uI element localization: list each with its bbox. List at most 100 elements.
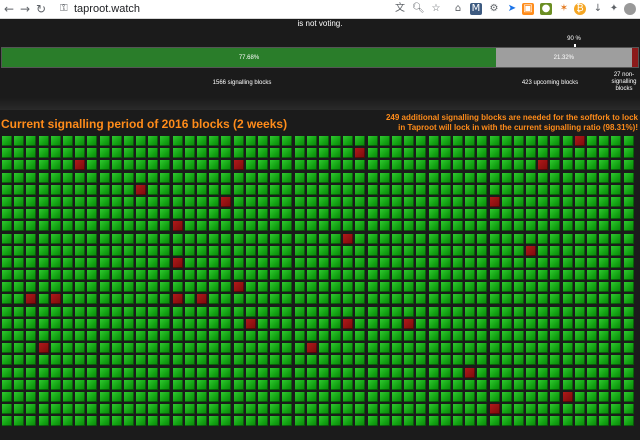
signalling-block[interactable] bbox=[623, 160, 634, 171]
signalling-block[interactable] bbox=[611, 355, 622, 366]
nonsignalling-block[interactable] bbox=[526, 245, 537, 256]
signalling-block[interactable] bbox=[233, 294, 244, 305]
signalling-block[interactable] bbox=[367, 318, 378, 329]
signalling-block[interactable] bbox=[562, 148, 573, 159]
signalling-block[interactable] bbox=[221, 318, 232, 329]
signalling-block[interactable] bbox=[379, 257, 390, 268]
signalling-block[interactable] bbox=[379, 270, 390, 281]
signalling-block[interactable] bbox=[404, 416, 415, 427]
signalling-block[interactable] bbox=[245, 367, 256, 378]
signalling-block[interactable] bbox=[306, 318, 317, 329]
signalling-block[interactable] bbox=[209, 136, 220, 146]
signalling-block[interactable] bbox=[233, 379, 244, 390]
signalling-block[interactable] bbox=[270, 367, 281, 378]
signalling-block[interactable] bbox=[26, 148, 37, 159]
signalling-block[interactable] bbox=[343, 160, 354, 171]
signalling-block[interactable] bbox=[379, 355, 390, 366]
signalling-block[interactable] bbox=[123, 257, 134, 268]
signalling-block[interactable] bbox=[184, 184, 195, 195]
signalling-block[interactable] bbox=[75, 404, 86, 415]
signalling-block[interactable] bbox=[62, 306, 73, 317]
signalling-block[interactable] bbox=[343, 294, 354, 305]
signalling-block[interactable] bbox=[318, 343, 329, 354]
signalling-block[interactable] bbox=[26, 270, 37, 281]
signalling-block[interactable] bbox=[331, 355, 342, 366]
signalling-block[interactable] bbox=[270, 331, 281, 341]
signalling-block[interactable] bbox=[404, 233, 415, 244]
signalling-block[interactable] bbox=[318, 270, 329, 281]
signalling-block[interactable] bbox=[574, 270, 585, 281]
signalling-block[interactable] bbox=[538, 270, 549, 281]
signalling-block[interactable] bbox=[587, 160, 597, 171]
signalling-block[interactable] bbox=[233, 367, 244, 378]
signalling-block[interactable] bbox=[440, 331, 451, 341]
signalling-block[interactable] bbox=[123, 233, 134, 244]
signalling-block[interactable] bbox=[50, 209, 61, 220]
zoom-icon[interactable]: 🔍︎ bbox=[412, 3, 425, 15]
signalling-block[interactable] bbox=[26, 221, 37, 232]
signalling-block[interactable] bbox=[416, 160, 427, 171]
signalling-block[interactable] bbox=[50, 196, 61, 207]
signalling-block[interactable] bbox=[416, 391, 427, 402]
signalling-block[interactable] bbox=[562, 367, 573, 378]
signalling-block[interactable] bbox=[282, 367, 293, 378]
signalling-block[interactable] bbox=[172, 245, 183, 256]
signalling-block[interactable] bbox=[38, 416, 49, 427]
signalling-block[interactable] bbox=[87, 257, 98, 268]
signalling-block[interactable] bbox=[197, 209, 207, 220]
nonsignalling-block[interactable] bbox=[75, 160, 86, 171]
signalling-block[interactable] bbox=[184, 282, 195, 293]
signalling-block[interactable] bbox=[294, 379, 305, 390]
signalling-block[interactable] bbox=[111, 282, 122, 293]
signalling-block[interactable] bbox=[574, 379, 585, 390]
signalling-block[interactable] bbox=[294, 160, 305, 171]
signalling-block[interactable] bbox=[343, 282, 354, 293]
nonsignalling-block[interactable] bbox=[172, 294, 183, 305]
lock-icon[interactable]: ⚿ bbox=[60, 3, 72, 15]
signalling-block[interactable] bbox=[2, 221, 12, 232]
signalling-block[interactable] bbox=[440, 172, 451, 183]
ext-icon[interactable]: ₿ bbox=[574, 3, 586, 15]
signalling-block[interactable] bbox=[477, 416, 488, 427]
signalling-block[interactable] bbox=[587, 391, 597, 402]
signalling-block[interactable] bbox=[136, 294, 147, 305]
signalling-block[interactable] bbox=[501, 184, 512, 195]
signalling-block[interactable] bbox=[2, 306, 12, 317]
signalling-block[interactable] bbox=[26, 136, 37, 146]
signalling-block[interactable] bbox=[87, 270, 98, 281]
signalling-block[interactable] bbox=[172, 416, 183, 427]
signalling-block[interactable] bbox=[209, 416, 220, 427]
signalling-block[interactable] bbox=[318, 318, 329, 329]
signalling-block[interactable] bbox=[465, 270, 476, 281]
signalling-block[interactable] bbox=[587, 343, 597, 354]
signalling-block[interactable] bbox=[221, 184, 232, 195]
signalling-block[interactable] bbox=[306, 209, 317, 220]
signalling-block[interactable] bbox=[465, 318, 476, 329]
signalling-block[interactable] bbox=[343, 306, 354, 317]
signalling-block[interactable] bbox=[465, 196, 476, 207]
signalling-block[interactable] bbox=[392, 331, 402, 341]
signalling-block[interactable] bbox=[209, 282, 220, 293]
signalling-block[interactable] bbox=[123, 221, 134, 232]
signalling-block[interactable] bbox=[136, 148, 147, 159]
signalling-block[interactable] bbox=[599, 367, 610, 378]
signalling-block[interactable] bbox=[245, 391, 256, 402]
signalling-block[interactable] bbox=[392, 416, 402, 427]
signalling-block[interactable] bbox=[562, 343, 573, 354]
signalling-block[interactable] bbox=[26, 416, 37, 427]
signalling-block[interactable] bbox=[26, 331, 37, 341]
signalling-block[interactable] bbox=[184, 160, 195, 171]
signalling-block[interactable] bbox=[477, 148, 488, 159]
signalling-block[interactable] bbox=[2, 379, 12, 390]
signalling-block[interactable] bbox=[355, 355, 366, 366]
signalling-block[interactable] bbox=[148, 257, 159, 268]
signalling-block[interactable] bbox=[538, 331, 549, 341]
signalling-block[interactable] bbox=[513, 294, 524, 305]
signalling-block[interactable] bbox=[148, 306, 159, 317]
signalling-block[interactable] bbox=[75, 196, 86, 207]
signalling-block[interactable] bbox=[148, 221, 159, 232]
signalling-block[interactable] bbox=[623, 148, 634, 159]
signalling-block[interactable] bbox=[343, 343, 354, 354]
signalling-block[interactable] bbox=[367, 196, 378, 207]
signalling-block[interactable] bbox=[379, 136, 390, 146]
